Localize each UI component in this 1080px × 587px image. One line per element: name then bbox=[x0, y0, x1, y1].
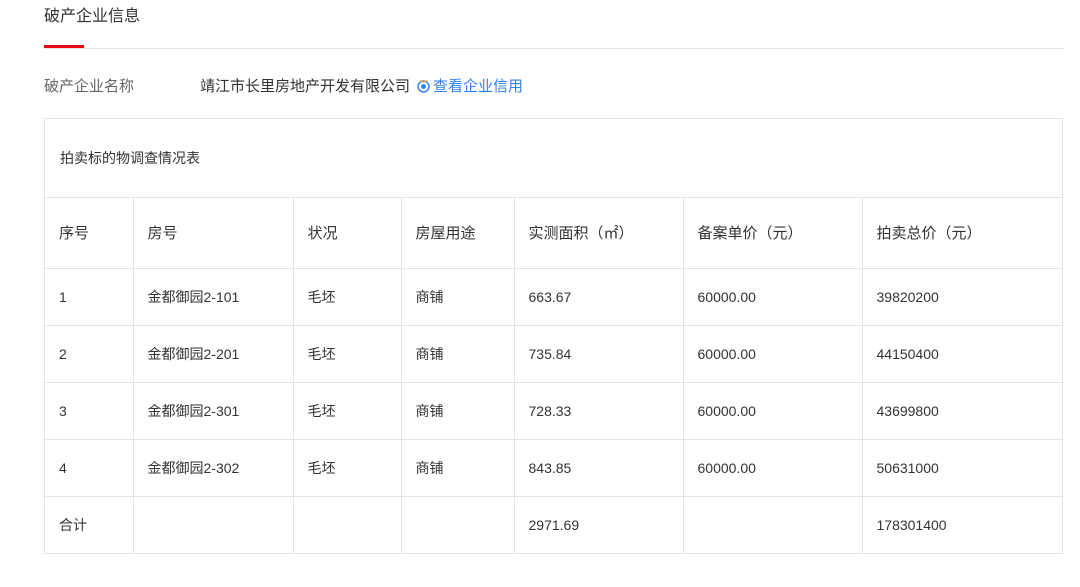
credit-badge-icon bbox=[416, 78, 431, 93]
table-cell: 毛坯 bbox=[293, 268, 402, 326]
table-cell: 4 bbox=[45, 439, 134, 497]
company-name: 靖江市长里房地产开发有限公司 bbox=[200, 77, 411, 95]
company-label: 破产企业名称 bbox=[44, 77, 135, 95]
table-cell: 60000.00 bbox=[683, 439, 863, 497]
table-cell bbox=[401, 496, 515, 553]
table-caption: 拍卖标的物调查情况表 bbox=[45, 119, 1062, 198]
view-credit-label: 查看企业信用 bbox=[433, 77, 524, 95]
header-cell: 房屋用途 bbox=[401, 198, 515, 269]
table-cell: 39820200 bbox=[862, 268, 1062, 326]
section-title: 破产企业信息 bbox=[44, 8, 141, 25]
header-cell: 拍卖总价（元） bbox=[862, 198, 1062, 269]
table-cell: 2 bbox=[45, 325, 134, 383]
table-cell: 44150400 bbox=[862, 325, 1062, 383]
table-cell: 金都御园2-301 bbox=[133, 382, 294, 440]
header-cell: 实测面积（㎡） bbox=[514, 198, 684, 269]
table-cell: 2971.69 bbox=[514, 496, 684, 553]
auction-table: 序号 房号 状况 房屋用途 实测面积（㎡） 备案单价（元） 拍卖总价（元） 1 … bbox=[45, 198, 1062, 553]
auction-table-box: 拍卖标的物调查情况表 序号 房号 状况 房屋用途 实测面积（㎡） 备案单价（元）… bbox=[44, 118, 1063, 554]
table-cell: 商铺 bbox=[401, 325, 515, 383]
table-cell: 843.85 bbox=[514, 439, 684, 497]
table-cell: 商铺 bbox=[401, 439, 515, 497]
table-cell: 商铺 bbox=[401, 268, 515, 326]
table-row: 3 金都御园2-301 毛坯 商铺 728.33 60000.00 436998… bbox=[45, 382, 1062, 440]
table-header-row: 序号 房号 状况 房屋用途 实测面积（㎡） 备案单价（元） 拍卖总价（元） bbox=[45, 198, 1062, 269]
table-row: 4 金都御园2-302 毛坯 商铺 843.85 60000.00 506310… bbox=[45, 439, 1062, 497]
table-cell: 金都御园2-101 bbox=[133, 268, 294, 326]
table-cell: 金都御园2-302 bbox=[133, 439, 294, 497]
table-cell: 60000.00 bbox=[683, 382, 863, 440]
table-cell: 毛坯 bbox=[293, 325, 402, 383]
table-row: 1 金都御园2-101 毛坯 商铺 663.67 60000.00 398202… bbox=[45, 268, 1062, 326]
table-cell: 50631000 bbox=[862, 439, 1062, 497]
section-header: 破产企业信息 bbox=[44, 0, 1064, 49]
table-cell: 60000.00 bbox=[683, 325, 863, 383]
table-row: 2 金都御园2-201 毛坯 商铺 735.84 60000.00 441504… bbox=[45, 325, 1062, 383]
header-cell: 序号 bbox=[45, 198, 134, 269]
table-cell: 3 bbox=[45, 382, 134, 440]
header-cell: 备案单价（元） bbox=[683, 198, 863, 269]
header-cell: 状况 bbox=[293, 198, 402, 269]
table-cell: 合计 bbox=[45, 496, 134, 553]
table-cell bbox=[683, 496, 863, 553]
view-credit-link[interactable]: 查看企业信用 bbox=[416, 75, 523, 96]
table-cell: 毛坯 bbox=[293, 382, 402, 440]
table-cell: 178301400 bbox=[876, 516, 947, 533]
header-cell: 房号 bbox=[133, 198, 294, 269]
table-cell: 毛坯 bbox=[293, 439, 402, 497]
table-cell: 60000.00 bbox=[683, 268, 863, 326]
table-cell: 1 bbox=[45, 268, 134, 326]
table-cell: 43699800 bbox=[862, 382, 1062, 440]
company-row: 破产企业名称 靖江市长里房地产开发有限公司 查看企业信用 bbox=[44, 74, 523, 96]
table-cell: 金都御园2-201 bbox=[133, 325, 294, 383]
table-cell: 商铺 bbox=[401, 382, 515, 440]
title-underline bbox=[44, 45, 84, 48]
table-cell: 663.67 bbox=[514, 268, 684, 326]
total-row: 合计 2971.69 178301400 bbox=[45, 496, 1062, 553]
table-cell: 728.33 bbox=[514, 382, 684, 440]
table-cell bbox=[133, 496, 294, 553]
table-cell bbox=[293, 496, 402, 553]
table-cell: 735.84 bbox=[514, 325, 684, 383]
